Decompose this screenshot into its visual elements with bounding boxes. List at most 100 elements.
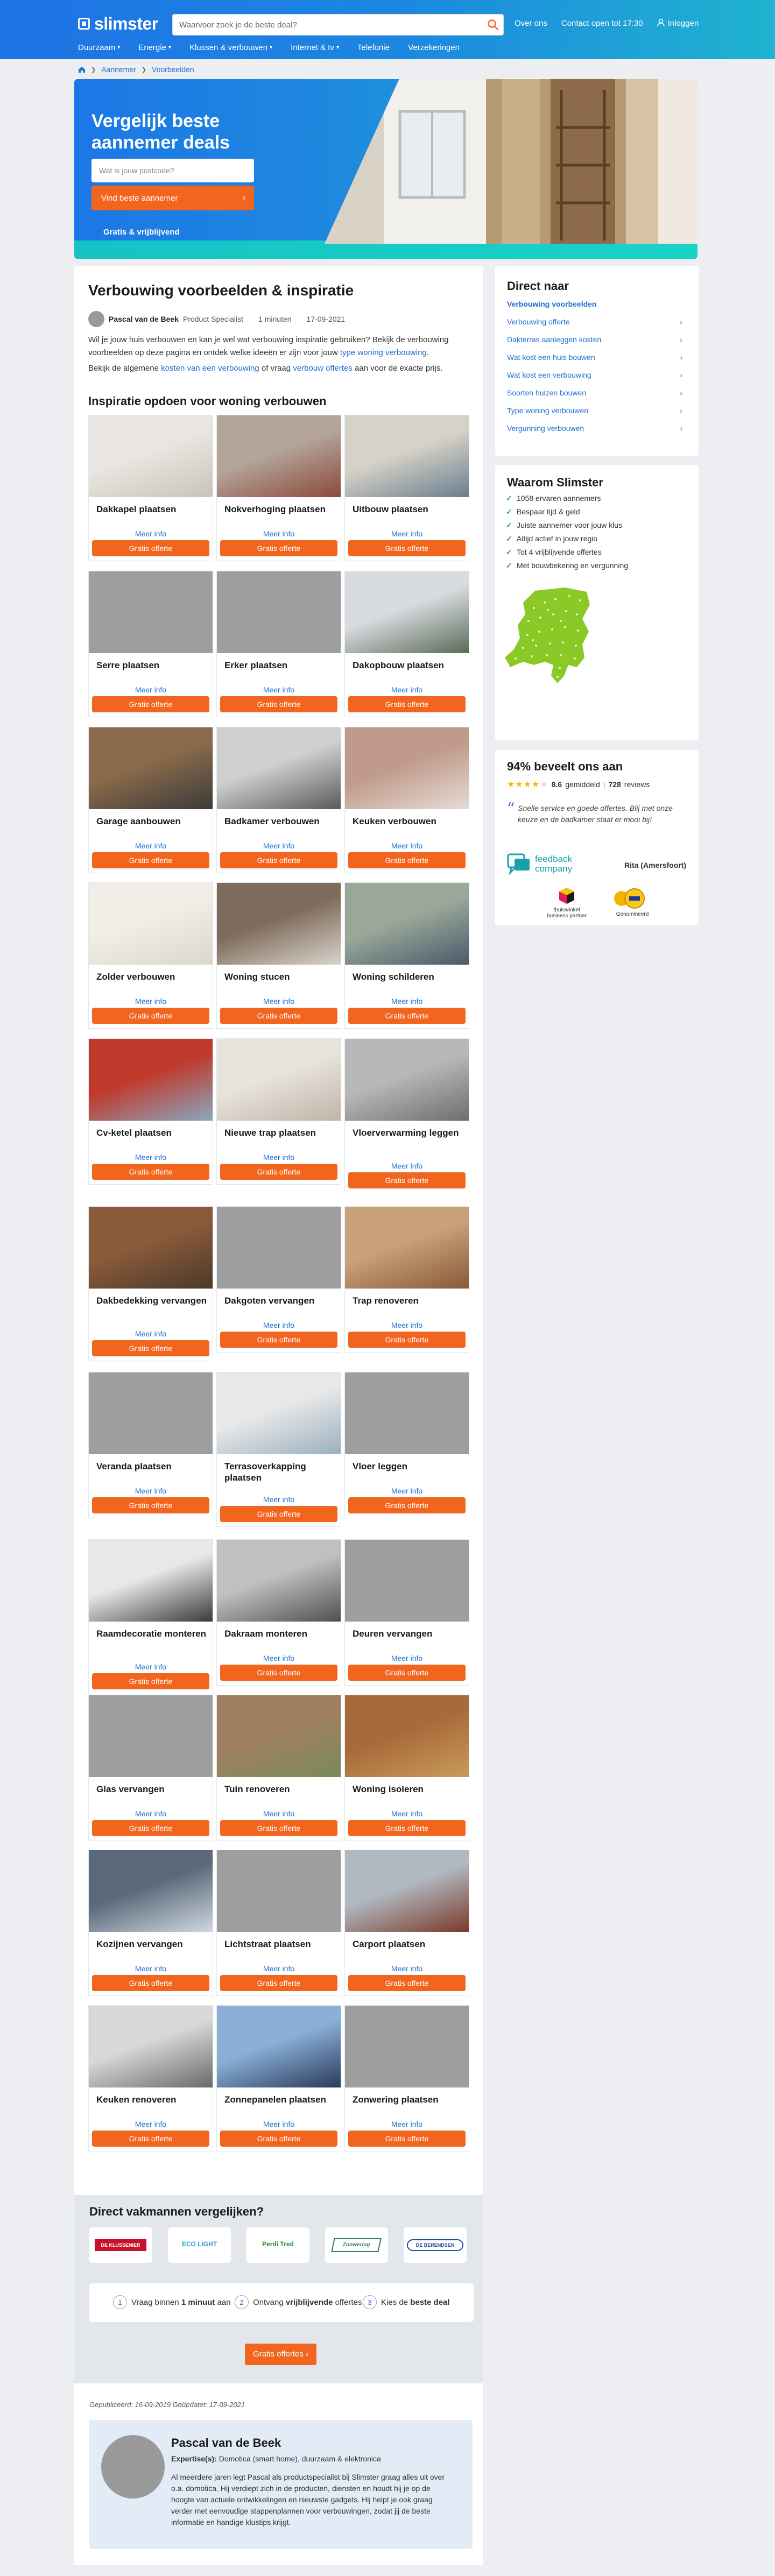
more-info-link[interactable]: Meer info: [345, 1809, 469, 1818]
nav-verzekeringen[interactable]: Verzekeringen: [408, 43, 460, 52]
free-quote-button[interactable]: Gratis offerte: [348, 540, 466, 556]
login-link[interactable]: Inloggen: [657, 18, 699, 28]
tile-photo[interactable]: [345, 571, 469, 653]
inspiration-tile[interactable]: Glas vervangen Meer info Gratis offerte: [88, 1695, 213, 1841]
tile-title[interactable]: Cv-ketel plaatsen: [96, 1127, 209, 1138]
free-quote-button[interactable]: Gratis offerte: [92, 1340, 209, 1356]
more-info-link[interactable]: Meer info: [217, 841, 341, 850]
tile-photo[interactable]: [217, 1540, 341, 1622]
tile-title[interactable]: Woning isoleren: [353, 1784, 466, 1795]
tile-title[interactable]: Vloer leggen: [353, 1461, 466, 1472]
tile-photo[interactable]: [89, 2006, 213, 2087]
tile-title[interactable]: Carport plaatsen: [353, 1938, 466, 1950]
tile-photo[interactable]: [345, 1207, 469, 1289]
direct-link[interactable]: Type woning verbouwen ›: [495, 402, 699, 420]
free-quote-button[interactable]: Gratis offerte: [92, 1497, 209, 1513]
inspiration-tile[interactable]: Erker plaatsen Meer info Gratis offerte: [216, 571, 341, 717]
tile-title[interactable]: Garage aanbouwen: [96, 816, 209, 827]
more-info-link[interactable]: Meer info: [217, 1495, 341, 1504]
more-info-link[interactable]: Meer info: [89, 529, 213, 538]
inspiration-tile[interactable]: Kozijnen vervangen Meer info Gratis offert…: [88, 1850, 213, 1996]
tile-photo[interactable]: [217, 571, 341, 653]
more-info-link[interactable]: Meer info: [89, 1662, 213, 1671]
tile-title[interactable]: Erker plaatsen: [224, 660, 337, 671]
inspiration-tile[interactable]: Uitbouw plaatsen Meer info Gratis offerte: [344, 415, 469, 561]
inspiration-tile[interactable]: Dakopbouw plaatsen Meer info Gratis offert…: [344, 571, 469, 717]
tile-title[interactable]: Dakbedekking vervangen: [96, 1295, 209, 1306]
inspiration-tile[interactable]: Dakgoten vervangen Meer info Gratis offert…: [216, 1206, 341, 1353]
search-input[interactable]: [173, 15, 474, 35]
tile-title[interactable]: Dakkapel plaatsen: [96, 504, 209, 515]
tile-photo[interactable]: [345, 727, 469, 809]
partner-logo[interactable]: ECO LIGHT: [168, 2227, 231, 2263]
inspiration-tile[interactable]: Woning schilderen Meer info Gratis offerte: [344, 882, 469, 1029]
type-woning-link[interactable]: type woning verbouwing: [340, 348, 427, 357]
tile-title[interactable]: Raamdecoratie monteren: [96, 1628, 209, 1639]
inspiration-tile[interactable]: Dakbedekking vervangen Meer info Gratis of…: [88, 1206, 213, 1361]
offertes-link[interactable]: verbouw offertes: [293, 364, 353, 373]
tile-title[interactable]: Woning stucen: [224, 971, 337, 982]
free-quote-button[interactable]: Gratis offerte: [220, 1332, 337, 1348]
inspiration-tile[interactable]: Dakkapel plaatsen Meer info Gratis offerte: [88, 415, 213, 561]
tile-photo[interactable]: [89, 1207, 213, 1289]
tile-photo[interactable]: [217, 1372, 341, 1454]
more-info-link[interactable]: Meer info: [345, 685, 469, 694]
free-quote-button[interactable]: Gratis offerte: [348, 696, 466, 712]
more-info-link[interactable]: Meer info: [89, 1809, 213, 1818]
inspiration-tile[interactable]: Woning isoleren Meer info Gratis offerte: [344, 1695, 469, 1841]
home-icon[interactable]: [78, 66, 86, 73]
free-quote-button[interactable]: Gratis offerte: [348, 1665, 466, 1681]
free-quote-button[interactable]: Gratis offerte: [220, 1820, 337, 1836]
direct-link[interactable]: Verbouwing voorbeelden: [495, 295, 699, 313]
tile-title[interactable]: Dakraam monteren: [224, 1628, 337, 1639]
tile-title[interactable]: Uitbouw plaatsen: [353, 504, 466, 515]
tile-photo[interactable]: [217, 2006, 341, 2087]
inspiration-tile[interactable]: Keuken renoveren Meer info Gratis offerte: [88, 2005, 213, 2152]
more-info-link[interactable]: Meer info: [217, 1654, 341, 1662]
more-info-link[interactable]: Meer info: [217, 1153, 341, 1162]
more-info-link[interactable]: Meer info: [345, 1162, 469, 1170]
slimster-logo[interactable]: slimster: [78, 14, 158, 33]
tile-photo[interactable]: [217, 1695, 341, 1777]
free-quote-button[interactable]: Gratis offerte: [220, 1665, 337, 1681]
author-name[interactable]: Pascal van de Beek: [109, 315, 179, 323]
inspiration-tile[interactable]: Zolder verbouwen Meer info Gratis offerte: [88, 882, 213, 1029]
more-info-link[interactable]: Meer info: [345, 1964, 469, 1973]
free-quote-button[interactable]: Gratis offerte: [220, 852, 337, 868]
tile-title[interactable]: Keuken renoveren: [96, 2094, 209, 2105]
tile-title[interactable]: Woning schilderen: [353, 971, 466, 982]
tile-title[interactable]: Trap renoveren: [353, 1295, 466, 1306]
tile-title[interactable]: Serre plaatsen: [96, 660, 209, 671]
free-quote-button[interactable]: Gratis offerte: [348, 1975, 466, 1991]
free-quote-button[interactable]: Gratis offerte: [220, 540, 337, 556]
tile-photo[interactable]: [217, 1207, 341, 1289]
inspiration-tile[interactable]: Badkamer verbouwen Meer info Gratis offert…: [216, 727, 341, 873]
free-quote-button[interactable]: Gratis offerte: [348, 1497, 466, 1513]
inspiration-tile[interactable]: Serre plaatsen Meer info Gratis offerte: [88, 571, 213, 717]
more-info-link[interactable]: Meer info: [89, 685, 213, 694]
tile-title[interactable]: Terrasoverkapping plaatsen: [224, 1461, 337, 1483]
direct-link[interactable]: Wat kost een verbouwing ›: [495, 366, 699, 384]
direct-link[interactable]: Soorten huizen bouwen ›: [495, 384, 699, 402]
free-quote-button[interactable]: Gratis offerte: [220, 1008, 337, 1024]
tile-title[interactable]: Dakopbouw plaatsen: [353, 660, 466, 671]
direct-link[interactable]: Vergunning verbouwen ›: [495, 420, 699, 437]
tile-photo[interactable]: [345, 1039, 469, 1121]
tile-title[interactable]: Dakgoten vervangen: [224, 1295, 337, 1306]
free-quote-button[interactable]: Gratis offerte: [92, 1008, 209, 1024]
free-quote-button[interactable]: Gratis offerte: [348, 852, 466, 868]
free-quote-button[interactable]: Gratis offerte: [220, 696, 337, 712]
tile-title[interactable]: Tuin renoveren: [224, 1784, 337, 1795]
inspiration-tile[interactable]: Woning stucen Meer info Gratis offerte: [216, 882, 341, 1029]
inspiration-tile[interactable]: Nokverhoging plaatsen Meer info Gratis off…: [216, 415, 341, 561]
direct-link[interactable]: Wat kost een huis bouwen ›: [495, 349, 699, 366]
tile-photo[interactable]: [89, 883, 213, 965]
tile-photo[interactable]: [345, 415, 469, 497]
more-info-link[interactable]: Meer info: [217, 1321, 341, 1329]
kosten-link[interactable]: kosten van een verbouwing: [161, 364, 259, 373]
more-info-link[interactable]: Meer info: [89, 1487, 213, 1495]
more-info-link[interactable]: Meer info: [217, 997, 341, 1006]
tile-photo[interactable]: [217, 1039, 341, 1121]
inspiration-tile[interactable]: Zonwering plaatsen Meer info Gratis offert…: [344, 2005, 469, 2152]
free-quote-button[interactable]: Gratis offerte: [92, 540, 209, 556]
